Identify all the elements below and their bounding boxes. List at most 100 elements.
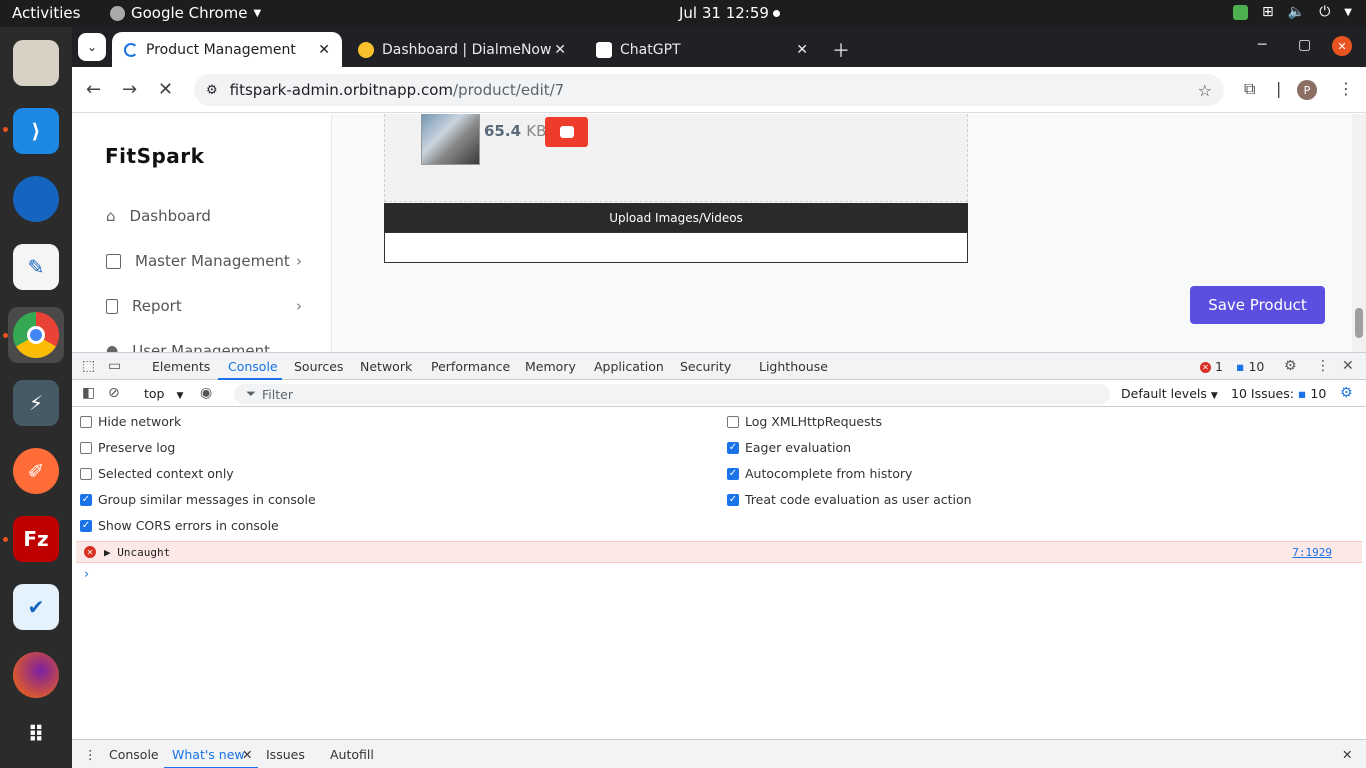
option-log-xhr[interactable]: Log XMLHttpRequests bbox=[727, 414, 882, 429]
sidebar-item-user-management[interactable]: ● User Management bbox=[106, 342, 306, 352]
option-autocomplete-history[interactable]: ✓ Autocomplete from history bbox=[727, 466, 912, 481]
checkbox-checked[interactable]: ✓ bbox=[727, 441, 739, 454]
console-settings-gear-icon[interactable]: ⚙ bbox=[1340, 385, 1353, 401]
remove-file-button[interactable] bbox=[545, 117, 588, 147]
checkbox[interactable] bbox=[80, 415, 92, 428]
tab-sources[interactable]: Sources bbox=[294, 359, 343, 374]
option-eager-evaluation[interactable]: ✓ Eager evaluation bbox=[727, 440, 851, 455]
kebab-menu-icon[interactable]: ⋮ bbox=[1338, 79, 1354, 98]
upload-button[interactable]: Upload Images/Videos bbox=[384, 203, 968, 233]
close-icon[interactable]: ✕ bbox=[796, 42, 808, 58]
tab-security[interactable]: Security bbox=[680, 359, 731, 374]
sidebar-item-dashboard[interactable]: ⌂ Dashboard bbox=[106, 207, 306, 225]
close-icon[interactable]: ✕ bbox=[242, 747, 252, 762]
settings-gear-icon[interactable]: ⚙ bbox=[1284, 358, 1297, 374]
star-icon[interactable]: ☆ bbox=[1198, 81, 1212, 100]
system-tray[interactable]: ⊞ 🔈 ⏻ ▼ bbox=[1233, 4, 1352, 20]
dock-screen-app[interactable]: ✔ bbox=[8, 579, 64, 635]
issues-counter[interactable]: 10 Issues: ▪ 10 bbox=[1231, 386, 1326, 401]
save-product-button[interactable]: Save Product bbox=[1190, 286, 1325, 324]
console-prompt[interactable]: › bbox=[84, 567, 89, 582]
site-info-icon[interactable]: ⚙ bbox=[206, 83, 218, 98]
tab-application[interactable]: Application bbox=[594, 359, 664, 374]
show-apps-button[interactable]: ⠿ bbox=[8, 707, 64, 763]
extensions-icon[interactable]: ⧉ bbox=[1244, 79, 1255, 99]
back-button[interactable]: ← bbox=[86, 79, 101, 100]
clear-console-icon[interactable]: ⊘ bbox=[108, 385, 120, 401]
sidebar-item-master-management[interactable]: Master Management › bbox=[106, 252, 302, 270]
close-icon[interactable]: ✕ bbox=[554, 42, 566, 58]
clock[interactable]: Jul 31 12:59 bbox=[679, 4, 769, 22]
close-drawer-icon[interactable]: ✕ bbox=[1342, 747, 1352, 762]
close-devtools-icon[interactable]: ✕ bbox=[1342, 358, 1354, 374]
tab-lighthouse[interactable]: Lighthouse bbox=[759, 359, 828, 374]
close-icon[interactable]: ✕ bbox=[318, 42, 330, 58]
checkbox-checked[interactable]: ✓ bbox=[80, 519, 92, 532]
dock-firefox[interactable] bbox=[8, 647, 64, 703]
app-menu[interactable]: Google Chrome ▼ bbox=[110, 4, 261, 22]
minimize-button[interactable]: ─ bbox=[1258, 37, 1266, 53]
option-selected-context-only[interactable]: Selected context only bbox=[80, 466, 234, 481]
stop-loading-button[interactable]: ✕ bbox=[158, 79, 173, 100]
error-message[interactable]: ▶ Uncaught bbox=[104, 546, 170, 559]
eye-icon[interactable]: ◉ bbox=[200, 385, 212, 401]
dock-chrome[interactable] bbox=[8, 307, 64, 363]
option-group-similar[interactable]: ✓ Group similar messages in console bbox=[80, 492, 316, 507]
checkbox[interactable] bbox=[80, 441, 92, 454]
option-show-cors-errors[interactable]: ✓ Show CORS errors in console bbox=[80, 518, 279, 533]
tab-network[interactable]: Network bbox=[360, 359, 412, 374]
tab-chatgpt[interactable]: ChatGPT ✕ bbox=[584, 32, 820, 67]
new-tab-button[interactable]: ＋ bbox=[832, 37, 850, 63]
checkbox-checked[interactable]: ✓ bbox=[727, 467, 739, 480]
tab-performance[interactable]: Performance bbox=[431, 359, 510, 374]
message-counter[interactable]: ▪ 10 bbox=[1236, 359, 1264, 374]
dock-postman[interactable]: ✐ bbox=[8, 443, 64, 499]
sidebar-item-report[interactable]: Report › bbox=[106, 297, 302, 315]
log-levels-dropdown[interactable]: Default levels ▼ bbox=[1121, 386, 1218, 401]
media-dropzone[interactable]: 65.4 KB bbox=[384, 114, 968, 202]
dock-filezilla[interactable]: Fz bbox=[8, 511, 64, 567]
checkbox-checked[interactable]: ✓ bbox=[727, 493, 739, 506]
tab-search-button[interactable]: ⌄ bbox=[78, 33, 106, 61]
drawer-menu-icon[interactable]: ⋮ bbox=[84, 747, 97, 762]
context-selector[interactable]: top ▼ bbox=[144, 386, 183, 401]
tab-memory[interactable]: Memory bbox=[525, 359, 576, 374]
option-treat-as-user-action[interactable]: ✓ Treat code evaluation as user action bbox=[727, 492, 972, 507]
console-filter-input[interactable]: ⏷ Filter bbox=[234, 384, 1110, 404]
checkbox[interactable] bbox=[80, 467, 92, 480]
profile-avatar[interactable]: P bbox=[1297, 80, 1317, 100]
maximize-button[interactable]: ▢ bbox=[1298, 37, 1311, 53]
tab-product-management[interactable]: Product Management ✕ bbox=[112, 32, 342, 67]
page-scrollbar[interactable] bbox=[1352, 114, 1366, 352]
dock-files[interactable] bbox=[8, 35, 64, 91]
drawer-tab-autofill[interactable]: Autofill bbox=[330, 747, 374, 762]
close-window-button[interactable]: ✕ bbox=[1332, 36, 1352, 56]
scrollbar-thumb[interactable] bbox=[1355, 308, 1363, 338]
option-hide-network[interactable]: Hide network bbox=[80, 414, 181, 429]
drawer-tab-console[interactable]: Console bbox=[109, 747, 159, 762]
expand-triangle-icon[interactable]: ▶ bbox=[104, 546, 111, 559]
option-preserve-log[interactable]: Preserve log bbox=[80, 440, 175, 455]
tab-elements[interactable]: Elements bbox=[152, 359, 210, 374]
kebab-menu-icon[interactable]: ⋮ bbox=[1316, 358, 1330, 374]
activities-button[interactable]: Activities bbox=[12, 4, 80, 22]
inspect-element-icon[interactable]: ⬚ bbox=[82, 358, 95, 374]
dock-vscode[interactable]: ⟩ bbox=[8, 103, 64, 159]
dock-thunderbird[interactable] bbox=[8, 171, 64, 227]
tab-console[interactable]: Console bbox=[228, 359, 278, 374]
drawer-tab-issues[interactable]: Issues bbox=[266, 747, 305, 762]
app-logo[interactable]: FitSpark bbox=[105, 144, 204, 168]
sidebar-toggle-icon[interactable]: ◧ bbox=[82, 385, 95, 401]
checkbox[interactable] bbox=[727, 415, 739, 428]
device-toolbar-icon[interactable]: ▭ bbox=[108, 358, 121, 374]
error-source-link[interactable]: 7:1929 bbox=[1292, 546, 1332, 559]
tab-dashboard-dialmenow[interactable]: Dashboard | DialmeNow ✕ bbox=[346, 32, 578, 67]
checkbox-checked[interactable]: ✓ bbox=[80, 493, 92, 506]
console-error-row[interactable]: ✕ ▶ Uncaught 7:1929 bbox=[76, 541, 1362, 563]
dock-remote[interactable]: ⚡ bbox=[8, 375, 64, 431]
error-counter[interactable]: ✕ 1 bbox=[1200, 359, 1223, 374]
dock-text-editor[interactable]: ✎ bbox=[8, 239, 64, 295]
forward-button[interactable]: → bbox=[122, 79, 137, 100]
address-bar[interactable]: ⚙ fitspark-admin.orbitnapp.com /product/… bbox=[194, 74, 1224, 106]
drawer-tab-whats-new[interactable]: What's new bbox=[172, 747, 245, 762]
